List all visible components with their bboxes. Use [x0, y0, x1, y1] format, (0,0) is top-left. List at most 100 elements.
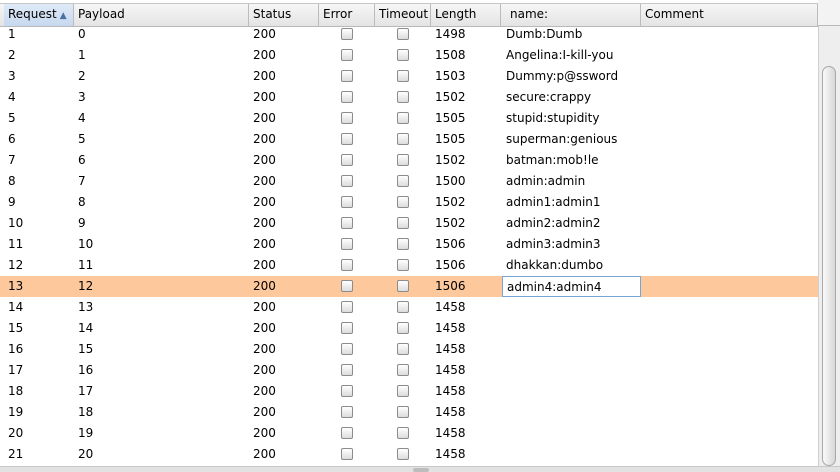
- timeout-checkbox[interactable]: [397, 154, 409, 166]
- status-cell: 200: [253, 384, 276, 398]
- request-cell: 15: [8, 321, 24, 335]
- table-row[interactable]: 4 3 200 1502 secure:crappy: [0, 87, 818, 108]
- timeout-checkbox[interactable]: [397, 175, 409, 187]
- timeout-checkbox[interactable]: [397, 259, 409, 271]
- length-cell: 1458: [435, 363, 466, 377]
- table-row[interactable]: 6 5 200 1505 superman:genious: [0, 129, 818, 150]
- table-row[interactable]: 19 18 200 1458: [0, 402, 818, 423]
- vertical-scrollbar[interactable]: [818, 26, 840, 466]
- table-row[interactable]: 7 6 200 1502 batman:mob!le: [0, 150, 818, 171]
- error-checkbox[interactable]: [341, 91, 353, 103]
- status-cell: 200: [253, 216, 276, 230]
- length-cell: 1506: [435, 258, 466, 272]
- table-row[interactable]: 11 10 200 1506 admin3:admin3: [0, 234, 818, 255]
- timeout-checkbox[interactable]: [397, 322, 409, 334]
- error-checkbox[interactable]: [341, 175, 353, 187]
- error-checkbox[interactable]: [341, 448, 353, 460]
- timeout-checkbox[interactable]: [397, 301, 409, 313]
- table-row[interactable]: 9 8 200 1502 admin1:admin1: [0, 192, 818, 213]
- timeout-checkbox[interactable]: [397, 133, 409, 145]
- error-checkbox[interactable]: [341, 427, 353, 439]
- error-checkbox[interactable]: [341, 238, 353, 250]
- error-checkbox[interactable]: [341, 406, 353, 418]
- timeout-checkbox[interactable]: [397, 70, 409, 82]
- status-cell: 200: [253, 363, 276, 377]
- table-row[interactable]: 16 15 200 1458: [0, 339, 818, 360]
- timeout-checkbox[interactable]: [397, 196, 409, 208]
- table-row[interactable]: 13 12 200 1506 admin4:admin4: [0, 276, 818, 297]
- table-row[interactable]: 1 0 200 1498 Dumb:Dumb: [0, 24, 818, 45]
- scrollbar-thumb[interactable]: [822, 66, 836, 466]
- timeout-checkbox[interactable]: [397, 343, 409, 355]
- error-checkbox[interactable]: [341, 364, 353, 376]
- column-header-label: Timeout: [379, 7, 429, 21]
- length-cell: 1500: [435, 174, 466, 188]
- column-header-comment[interactable]: Comment: [641, 4, 818, 26]
- column-header-payload[interactable]: Payload: [74, 4, 249, 26]
- name-cell: [502, 381, 641, 402]
- error-checkbox[interactable]: [341, 280, 353, 292]
- error-checkbox[interactable]: [341, 217, 353, 229]
- column-header-length[interactable]: Length: [431, 4, 501, 26]
- timeout-checkbox[interactable]: [397, 91, 409, 103]
- timeout-checkbox[interactable]: [397, 364, 409, 376]
- timeout-checkbox[interactable]: [397, 28, 409, 40]
- length-cell: 1502: [435, 90, 466, 104]
- timeout-checkbox[interactable]: [397, 49, 409, 61]
- table-row[interactable]: 14 13 200 1458: [0, 297, 818, 318]
- payload-cell: 1: [78, 48, 86, 62]
- request-cell: 19: [8, 405, 24, 419]
- timeout-checkbox[interactable]: [397, 448, 409, 460]
- table-row[interactable]: 12 11 200 1506 dhakkan:dumbo: [0, 255, 818, 276]
- timeout-checkbox[interactable]: [397, 427, 409, 439]
- error-checkbox[interactable]: [341, 259, 353, 271]
- name-cell: secure:crappy: [506, 90, 592, 104]
- table-row[interactable]: 18 17 200 1458: [0, 381, 818, 402]
- name-cell: [502, 360, 641, 381]
- name-cell: admin2:admin2: [506, 216, 601, 230]
- timeout-checkbox[interactable]: [397, 217, 409, 229]
- sort-ascending-icon: ▲: [59, 11, 67, 21]
- table-row[interactable]: 10 9 200 1502 admin2:admin2: [0, 213, 818, 234]
- timeout-checkbox[interactable]: [397, 112, 409, 124]
- request-cell: 17: [8, 363, 24, 377]
- table-row[interactable]: 8 7 200 1500 admin:admin: [0, 171, 818, 192]
- length-cell: 1503: [435, 69, 466, 83]
- error-checkbox[interactable]: [341, 28, 353, 40]
- timeout-checkbox[interactable]: [397, 385, 409, 397]
- payload-cell: 12: [78, 279, 94, 293]
- table-row[interactable]: 15 14 200 1458: [0, 318, 818, 339]
- table-row[interactable]: 2 1 200 1508 Angelina:I-kill-you: [0, 45, 818, 66]
- column-header-timeout[interactable]: Timeout: [375, 4, 431, 26]
- error-checkbox[interactable]: [341, 112, 353, 124]
- table-row[interactable]: 20 19 200 1458: [0, 423, 818, 444]
- table-row[interactable]: 3 2 200 1503 Dummy:p@ssword: [0, 66, 818, 87]
- request-cell: 13: [8, 279, 24, 293]
- error-checkbox[interactable]: [341, 154, 353, 166]
- comment-cell: [641, 24, 818, 45]
- timeout-checkbox[interactable]: [397, 406, 409, 418]
- request-cell: 12: [8, 258, 24, 272]
- column-header-name[interactable]: name:: [501, 4, 641, 26]
- error-checkbox[interactable]: [341, 385, 353, 397]
- timeout-checkbox[interactable]: [397, 238, 409, 250]
- error-checkbox[interactable]: [341, 70, 353, 82]
- error-checkbox[interactable]: [341, 301, 353, 313]
- table-row[interactable]: 5 4 200 1505 stupid:stupidity: [0, 108, 818, 129]
- scrollbar-grip-icon[interactable]: [413, 468, 429, 472]
- error-checkbox[interactable]: [341, 49, 353, 61]
- horizontal-scrollbar[interactable]: [0, 466, 840, 472]
- payload-cell: 8: [78, 195, 86, 209]
- column-header-status[interactable]: Status: [249, 4, 319, 26]
- request-cell: 4: [8, 90, 16, 104]
- results-table: Request ▲ Payload Status Error Timeout Le…: [0, 0, 818, 466]
- table-row[interactable]: 17 16 200 1458: [0, 360, 818, 381]
- error-checkbox[interactable]: [341, 343, 353, 355]
- column-header-error[interactable]: Error: [319, 4, 375, 26]
- error-checkbox[interactable]: [341, 133, 353, 145]
- table-row[interactable]: 21 20 200 1458: [0, 444, 818, 465]
- error-checkbox[interactable]: [341, 322, 353, 334]
- timeout-checkbox[interactable]: [397, 280, 409, 292]
- column-header-request[interactable]: Request ▲: [4, 4, 74, 26]
- error-checkbox[interactable]: [341, 196, 353, 208]
